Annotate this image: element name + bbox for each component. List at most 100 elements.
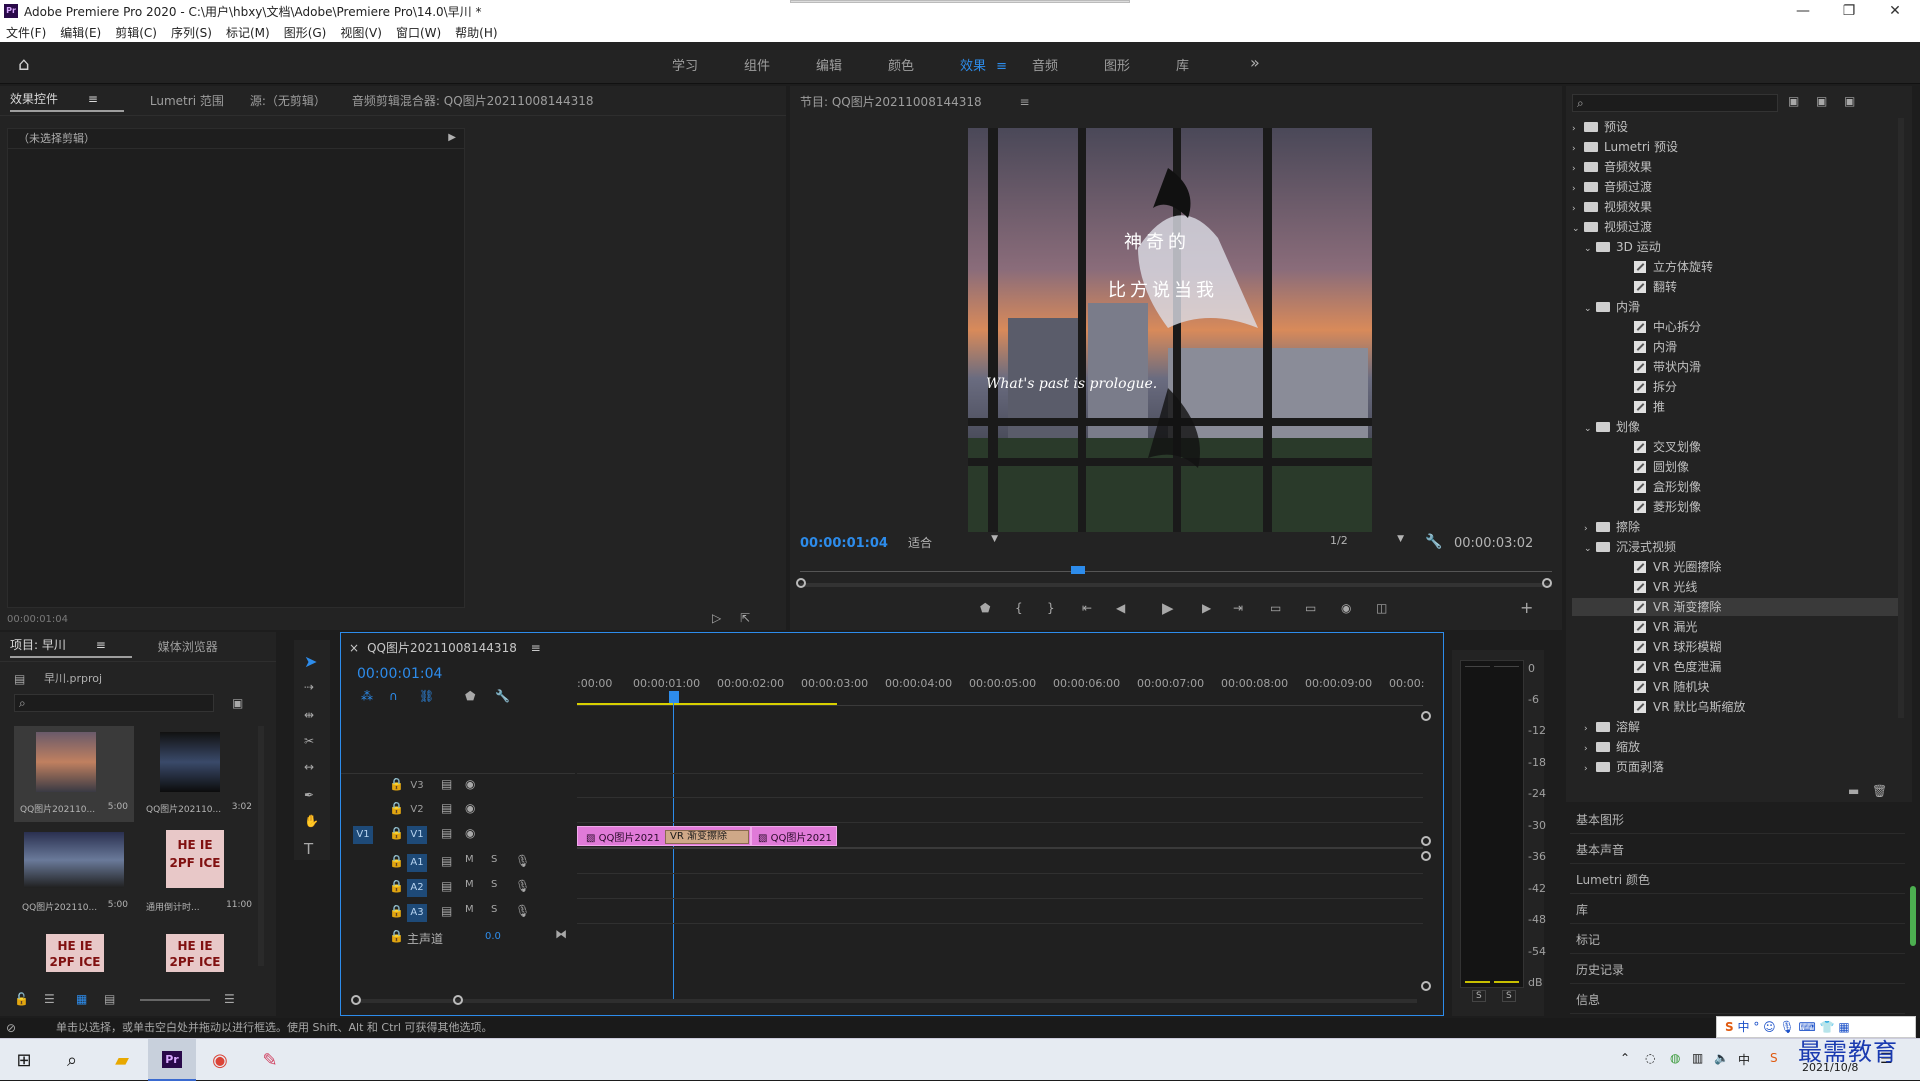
add-marker-icon[interactable]: ⬟ bbox=[980, 601, 990, 615]
more-workspaces-icon[interactable]: » bbox=[1250, 53, 1260, 72]
sogou-icon[interactable]: S bbox=[1770, 1051, 1778, 1065]
effects-scrollbar[interactable] bbox=[1898, 118, 1904, 718]
volume-icon[interactable]: 🔈 bbox=[1714, 1051, 1729, 1065]
program-time-ruler[interactable] bbox=[800, 562, 1552, 572]
menu-icon[interactable]: ≡ bbox=[1019, 95, 1029, 109]
chevron-right-icon[interactable]: › bbox=[1584, 740, 1596, 758]
type-tool-icon[interactable]: T bbox=[304, 840, 313, 858]
comparison-view-icon[interactable]: ◫ bbox=[1376, 601, 1387, 615]
effects-folder[interactable]: ⌄ 内滑 bbox=[1572, 298, 1898, 316]
timeline-ruler[interactable]: :00:00 00:00:01:00 00:00:02:00 00:00:03:… bbox=[577, 677, 1424, 701]
mark-out-icon[interactable]: } bbox=[1047, 601, 1055, 615]
chevron-down-icon[interactable]: ⌄ bbox=[1584, 240, 1596, 258]
effects-item[interactable]: VR 球形模糊 bbox=[1572, 638, 1898, 656]
effects-item[interactable]: 立方体旋转 bbox=[1572, 258, 1898, 276]
effects-folder[interactable]: › 音频效果 bbox=[1572, 158, 1898, 176]
chevron-down-icon[interactable]: ⌄ bbox=[1572, 220, 1584, 238]
video-clip[interactable]: ▧ QQ图片2021 bbox=[751, 826, 837, 846]
home-icon[interactable]: ⌂ bbox=[18, 54, 29, 75]
chevron-right-icon[interactable]: › bbox=[1572, 200, 1584, 218]
maximize-button[interactable]: ❐ bbox=[1826, 0, 1872, 22]
scroll-handle-left[interactable] bbox=[796, 578, 806, 588]
track-lock-icon[interactable]: 🔒 bbox=[389, 879, 404, 893]
workspace-tab-effects[interactable]: 效果 ≡ bbox=[960, 55, 1032, 74]
mark-in-icon[interactable]: { bbox=[1015, 601, 1023, 615]
tab-media-browser[interactable]: 媒体浏览器 bbox=[158, 638, 218, 655]
track-lock-icon[interactable]: 🔒 bbox=[389, 777, 404, 791]
export-icon[interactable]: ⇱ bbox=[740, 611, 750, 625]
menu-icon[interactable]: ≡ bbox=[531, 641, 541, 655]
hand-tool-icon[interactable]: ✋ bbox=[304, 814, 319, 828]
snap-icon[interactable]: ∩ bbox=[389, 689, 398, 703]
program-video-frame[interactable]: 神奇的 比方说当我 What's past is prologue. bbox=[968, 128, 1372, 532]
pen-tool-icon[interactable]: ✒ bbox=[304, 788, 314, 802]
scroll-handle[interactable] bbox=[1421, 836, 1431, 846]
lock-icon[interactable]: 🔓 bbox=[14, 992, 29, 1006]
tab-effect-controls[interactable]: 效果控件 ≡ bbox=[10, 90, 124, 112]
project-item[interactable]: QQ图片202110... 3:02 bbox=[138, 726, 258, 822]
effects-folder[interactable]: › 预设 bbox=[1572, 118, 1898, 136]
search-icon[interactable]: ⌕ bbox=[48, 1039, 96, 1081]
tray-up-arrow-icon[interactable]: ⌃ bbox=[1620, 1051, 1630, 1065]
effects-folder[interactable]: › 页面剥落 bbox=[1572, 758, 1898, 776]
go-to-out-icon[interactable]: ⇥ bbox=[1233, 601, 1243, 615]
tab-source[interactable]: 源:（无剪辑） bbox=[250, 92, 326, 109]
ime-indicator[interactable]: 中 bbox=[1738, 1051, 1750, 1068]
effects-folder[interactable]: › 溶解 bbox=[1572, 718, 1898, 736]
menu-view[interactable]: 视图(V) bbox=[340, 24, 382, 41]
project-item[interactable]: QQ图片202110... 5:00 bbox=[14, 824, 134, 920]
timeline-timecode[interactable]: 00:00:01:04 bbox=[357, 666, 442, 682]
track-lock-icon[interactable]: 🔒 bbox=[389, 801, 404, 815]
workspace-tab-audio[interactable]: 音频 bbox=[1032, 55, 1104, 74]
razor-tool-icon[interactable]: ✂ bbox=[304, 734, 314, 748]
green-scroll-indicator[interactable] bbox=[1910, 886, 1916, 946]
menu-window[interactable]: 窗口(W) bbox=[396, 24, 441, 41]
zoom-level-dropdown[interactable]: 适合 ▼ bbox=[908, 534, 1004, 552]
add-button-icon[interactable]: + bbox=[1520, 598, 1533, 617]
effects-folder[interactable]: › 视频效果 bbox=[1572, 198, 1898, 216]
solo-button[interactable]: S bbox=[491, 904, 497, 915]
new-bin-icon[interactable]: ▣ bbox=[232, 696, 243, 710]
effects-item[interactable]: VR 光线 bbox=[1572, 578, 1898, 596]
track-id-a3[interactable]: A3 bbox=[407, 904, 427, 922]
effects-item[interactable]: 交叉划像 bbox=[1572, 438, 1898, 456]
track-id-v3[interactable]: V3 bbox=[407, 777, 427, 795]
solo-right-button[interactable]: S bbox=[1502, 990, 1516, 1002]
scroll-handle[interactable] bbox=[1421, 851, 1431, 861]
effects-item[interactable]: 盒形划像 bbox=[1572, 478, 1898, 496]
linked-selection-icon[interactable]: ⛓ bbox=[419, 689, 434, 703]
timeline-playhead-handle[interactable] bbox=[669, 691, 679, 703]
go-to-in-icon[interactable]: ⇤ bbox=[1082, 601, 1092, 615]
program-timecode[interactable]: 00:00:01:04 bbox=[800, 536, 888, 551]
chevron-down-icon[interactable]: ⌄ bbox=[1584, 300, 1596, 318]
microphone-icon[interactable]: 🎙 bbox=[515, 879, 530, 893]
list-view-icon[interactable]: ☰ bbox=[44, 992, 55, 1006]
timeline-tab[interactable]: × QQ图片20211008144318 ≡ bbox=[349, 639, 541, 656]
scroll-handle-left[interactable] bbox=[351, 995, 361, 1005]
chevron-right-icon[interactable]: › bbox=[1584, 520, 1596, 538]
countdown-leader-thumbnail[interactable]: HE IE 2PF ICE bbox=[166, 934, 224, 972]
tab-lumetri-scopes[interactable]: Lumetri 范围 bbox=[150, 92, 224, 109]
workspace-tab-learn[interactable]: 学习 bbox=[672, 55, 744, 74]
icon-view-icon[interactable]: ▦ bbox=[76, 992, 87, 1006]
effects-item[interactable]: 翻转 bbox=[1572, 278, 1898, 296]
effects-item[interactable]: 带状内滑 bbox=[1572, 358, 1898, 376]
sort-icon[interactable]: ☰ bbox=[224, 992, 235, 1006]
effects-item[interactable]: 拆分 bbox=[1572, 378, 1898, 396]
step-forward-icon[interactable]: ▶ bbox=[1202, 601, 1211, 615]
effects-item[interactable]: VR 默比乌斯缩放 bbox=[1572, 698, 1898, 716]
track-output-icon[interactable]: ▤ bbox=[441, 826, 452, 840]
effects-folder[interactable]: ⌄ 视频过渡 bbox=[1572, 218, 1898, 236]
selection-tool-icon[interactable]: ➤ bbox=[304, 652, 317, 671]
track-output-icon[interactable]: ▤ bbox=[441, 801, 452, 815]
play-audio-icon[interactable]: ▷ bbox=[712, 611, 721, 625]
effects-folder[interactable]: ⌄ 3D 运动 bbox=[1572, 238, 1898, 256]
project-item[interactable]: QQ图片202110... 5:00 bbox=[14, 726, 134, 822]
export-frame-icon[interactable]: ◉ bbox=[1341, 601, 1351, 615]
freeform-view-icon[interactable]: ▤ bbox=[104, 992, 115, 1006]
thumbnail-size-slider[interactable] bbox=[140, 999, 210, 1001]
delete-icon[interactable]: 🗑 bbox=[1872, 784, 1887, 798]
track-output-icon[interactable]: ▤ bbox=[441, 777, 452, 791]
workspace-tab-libraries[interactable]: 库 bbox=[1176, 55, 1248, 74]
track-lock-icon[interactable]: 🔒 bbox=[389, 826, 404, 840]
